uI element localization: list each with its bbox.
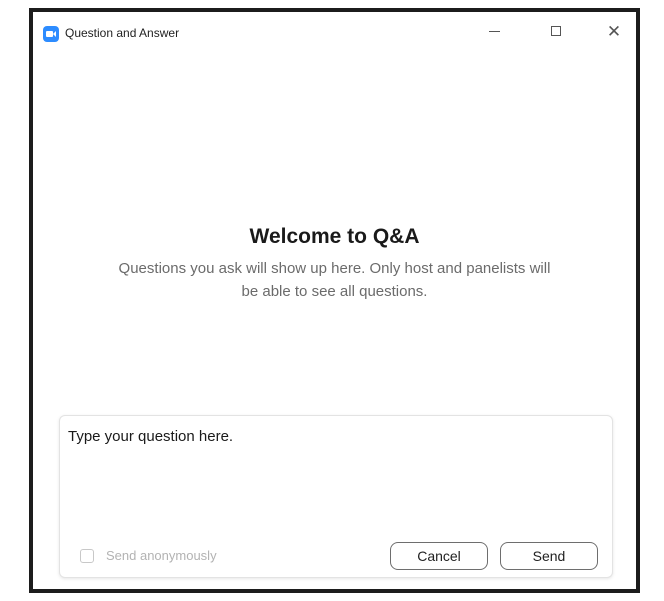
qa-window: Question and Answer ✕ Welcome to Q&A Que…: [29, 8, 640, 593]
zoom-camera-icon: [43, 26, 59, 42]
close-icon: ✕: [606, 21, 622, 41]
send-anonymously-checkbox[interactable]: [80, 548, 94, 563]
title-bar[interactable]: Question and Answer ✕: [33, 12, 636, 54]
window-title: Question and Answer: [65, 26, 180, 40]
maximize-button[interactable]: [541, 18, 571, 44]
send-anonymously-label: Send anonymously: [106, 548, 217, 563]
welcome-message: Welcome to Q&A Questions you ask will sh…: [33, 225, 636, 303]
welcome-title: Welcome to Q&A: [249, 225, 420, 248]
send-anonymously-option[interactable]: Send anonymously: [80, 548, 217, 563]
question-input[interactable]: [68, 428, 598, 528]
close-button[interactable]: ✕: [599, 18, 629, 44]
maximize-icon: [551, 26, 561, 36]
cancel-button[interactable]: Cancel: [390, 542, 488, 570]
welcome-description: Questions you ask will show up here. Onl…: [118, 260, 551, 300]
send-button[interactable]: Send: [500, 542, 598, 570]
minimize-button[interactable]: [479, 18, 509, 44]
minimize-icon: [488, 30, 500, 32]
question-composer: Send anonymously Cancel Send: [59, 415, 613, 578]
